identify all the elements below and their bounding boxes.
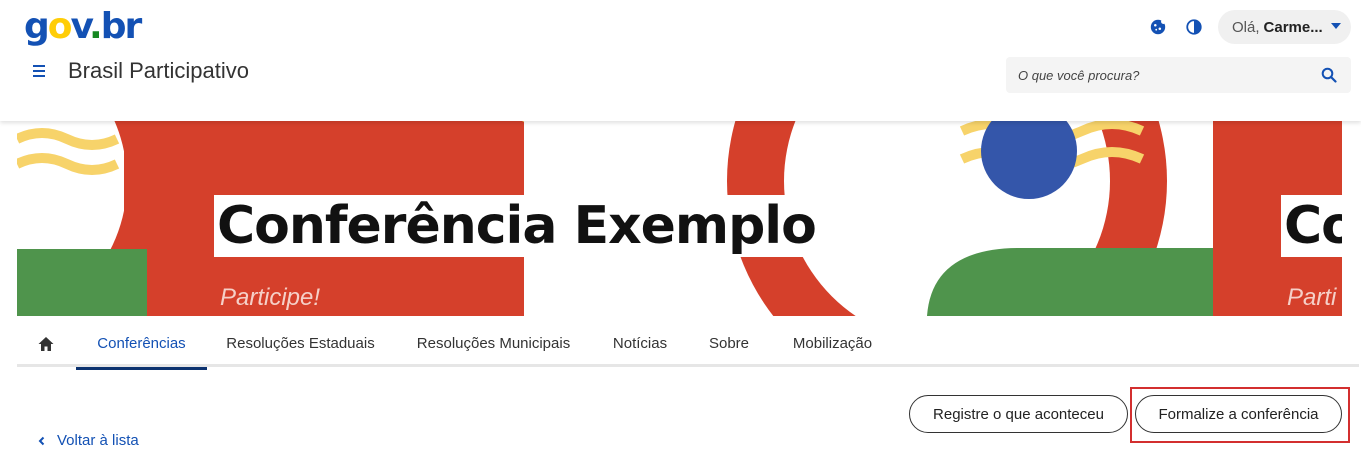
user-name: Carme... bbox=[1263, 18, 1323, 36]
chevron-left-icon bbox=[38, 436, 45, 445]
conference-banner: Conferência Exemplo Co Participe! Parti bbox=[17, 121, 1342, 316]
banner-subtitle-repeat: Parti bbox=[1287, 284, 1337, 311]
logo-letter-g: g bbox=[24, 6, 50, 47]
tab-sobre[interactable]: Sobre bbox=[699, 320, 759, 367]
logo-letter-v: v bbox=[70, 6, 91, 47]
hamburger-menu-icon[interactable] bbox=[30, 60, 50, 82]
banner-subtitle: Participe! bbox=[220, 284, 321, 311]
tab-home[interactable] bbox=[25, 320, 67, 367]
user-greeting: Olá, bbox=[1232, 18, 1260, 36]
back-to-list-link[interactable]: Voltar à lista bbox=[37, 432, 139, 449]
conference-tabs: Conferências Resoluções Estaduais Resolu… bbox=[17, 320, 1359, 370]
search-box bbox=[1006, 57, 1351, 93]
site-title[interactable]: Brasil Participativo bbox=[68, 58, 249, 84]
tab-resolucoes-municipais[interactable]: Resoluções Municipais bbox=[406, 320, 581, 367]
tab-resolucoes-estaduais[interactable]: Resoluções Estaduais bbox=[216, 320, 385, 367]
back-link-label: Voltar à lista bbox=[57, 432, 139, 449]
tab-noticias[interactable]: Notícias bbox=[602, 320, 678, 367]
search-input[interactable] bbox=[1006, 57, 1306, 93]
search-icon[interactable] bbox=[1321, 67, 1337, 83]
logo-dot: . bbox=[89, 6, 103, 47]
caret-down-icon bbox=[1331, 23, 1341, 29]
user-menu-button[interactable]: Olá, Carme... bbox=[1218, 10, 1351, 44]
site-header: gov.br Olá, Carme... Brasil Participativ… bbox=[0, 0, 1361, 121]
tab-conferencias[interactable]: Conferências bbox=[76, 320, 207, 370]
banner-title-repeat: Co bbox=[1281, 195, 1342, 257]
logo-letter-o: o bbox=[47, 6, 73, 47]
govbr-logo[interactable]: gov.br bbox=[24, 6, 143, 48]
cookie-icon[interactable] bbox=[1148, 17, 1168, 37]
banner-title: Conferência Exemplo bbox=[214, 195, 819, 257]
home-icon bbox=[38, 336, 54, 351]
contrast-icon[interactable] bbox=[1184, 17, 1204, 37]
register-event-button[interactable]: Registre o que aconteceu bbox=[909, 395, 1128, 433]
tab-mobilizacao[interactable]: Mobilização bbox=[780, 320, 885, 367]
highlight-box bbox=[1130, 387, 1350, 443]
logo-letters-br: br bbox=[100, 6, 143, 47]
